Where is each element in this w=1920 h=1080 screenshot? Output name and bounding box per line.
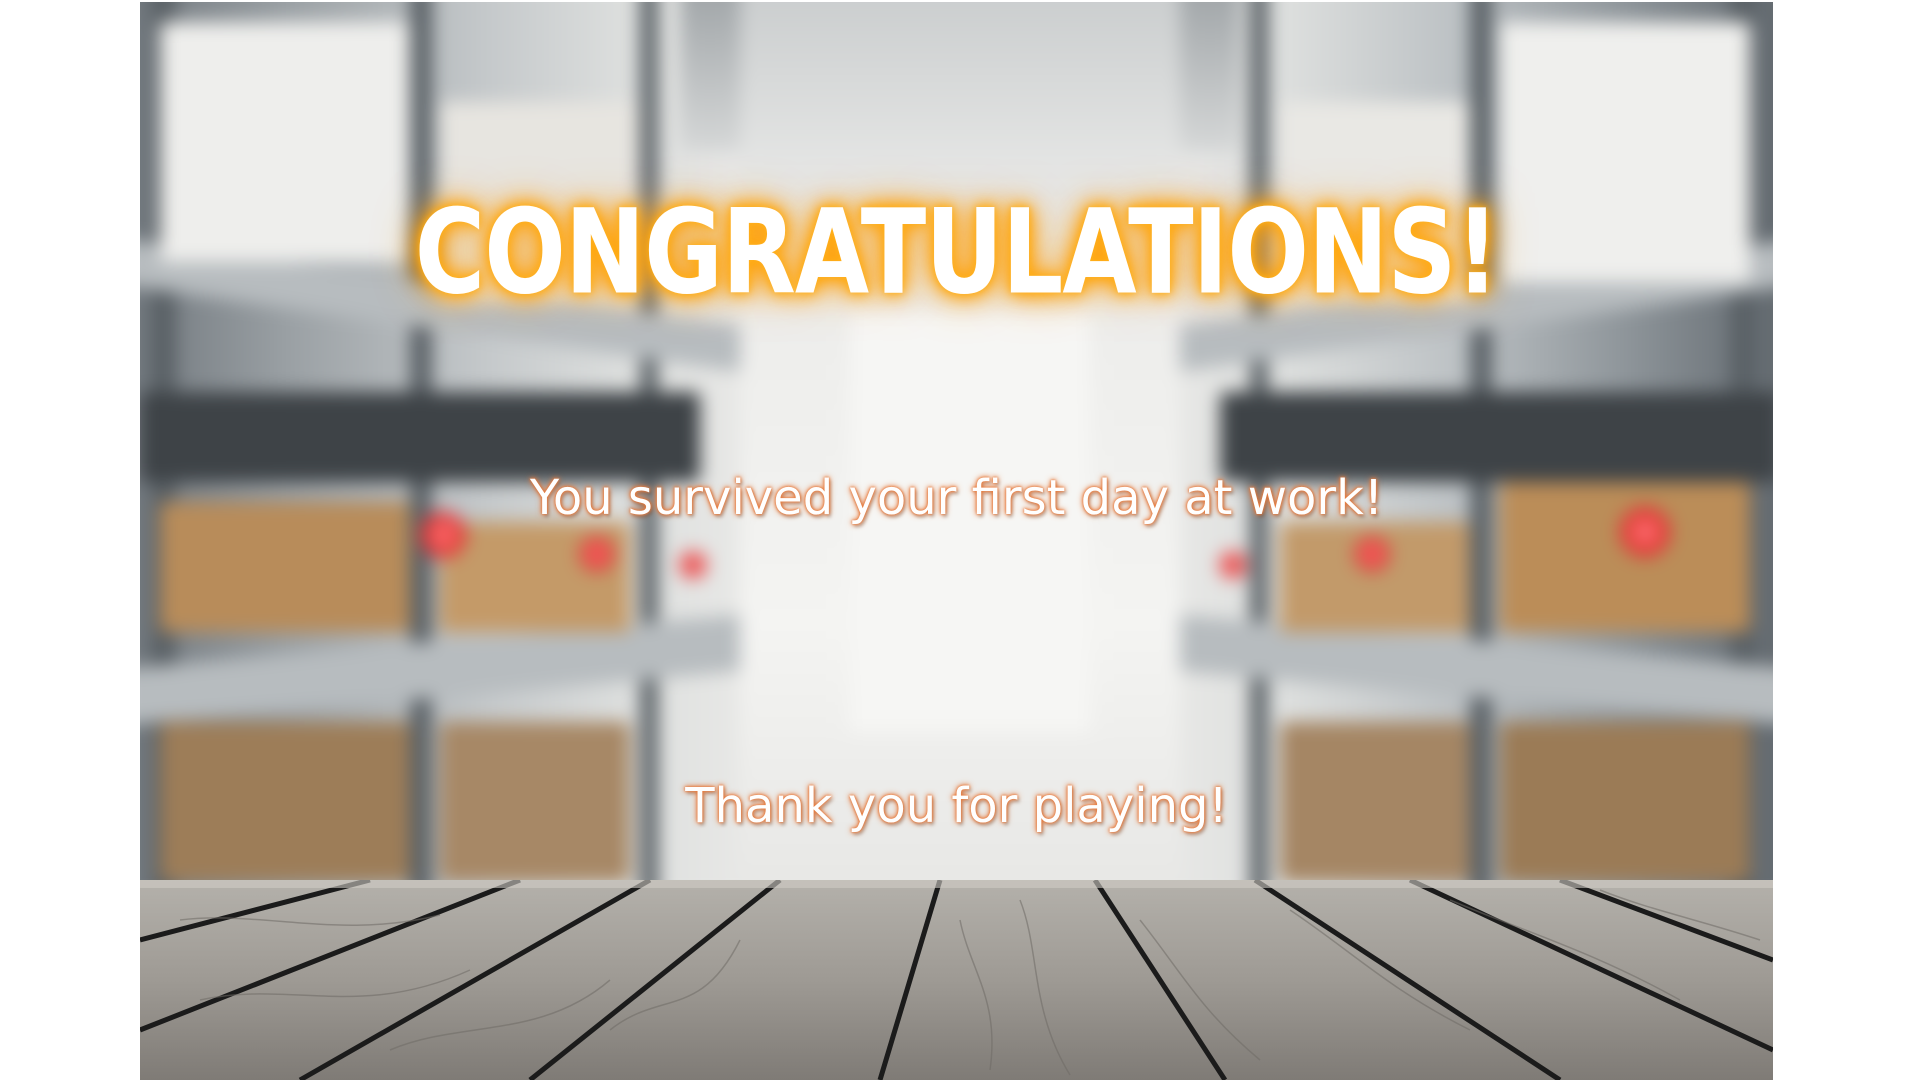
warehouse-background-image: [140, 2, 1773, 880]
first-day-message: You survived your first day at work!: [529, 470, 1384, 526]
wooden-table-image: [140, 880, 1773, 1080]
right-dark-gap: [1220, 392, 1773, 482]
right-warning-light: [1220, 552, 1246, 578]
warehouse-blur-layer: [140, 2, 1773, 880]
thank-you-message: Thank you for playing!: [685, 778, 1228, 834]
right-warning-light: [1355, 537, 1389, 571]
end-screen: CONGRATULATIONS! You survived your first…: [140, 2, 1773, 1080]
left-warning-light: [580, 537, 614, 571]
left-warning-light: [680, 552, 706, 578]
wood-planks-graphic: [140, 880, 1773, 1080]
left-dark-gap: [140, 392, 700, 482]
congratulations-title: CONGRATULATIONS!: [414, 184, 1500, 321]
